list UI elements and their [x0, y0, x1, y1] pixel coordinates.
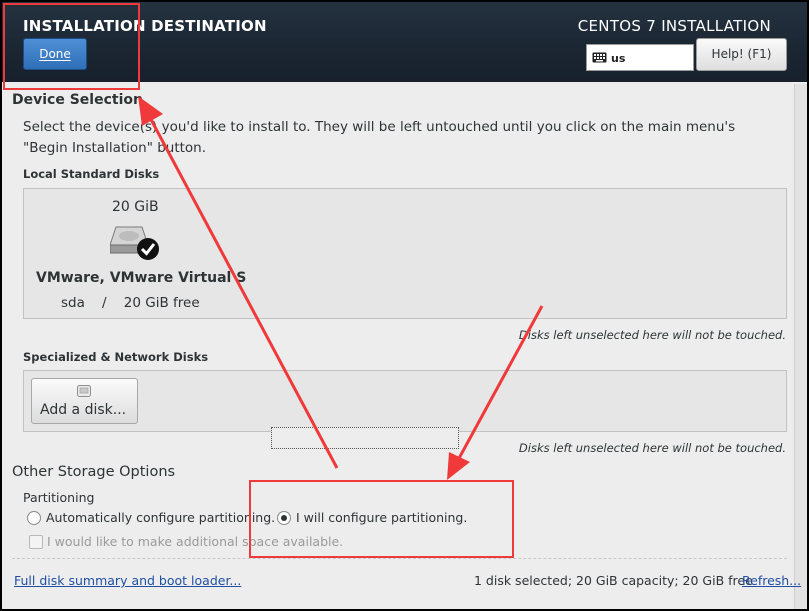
- annotation-arrow-line-1: [145, 111, 339, 469]
- annotation-arrow-line-2: [455, 305, 544, 463]
- annotation-arrows: [138, 96, 544, 480]
